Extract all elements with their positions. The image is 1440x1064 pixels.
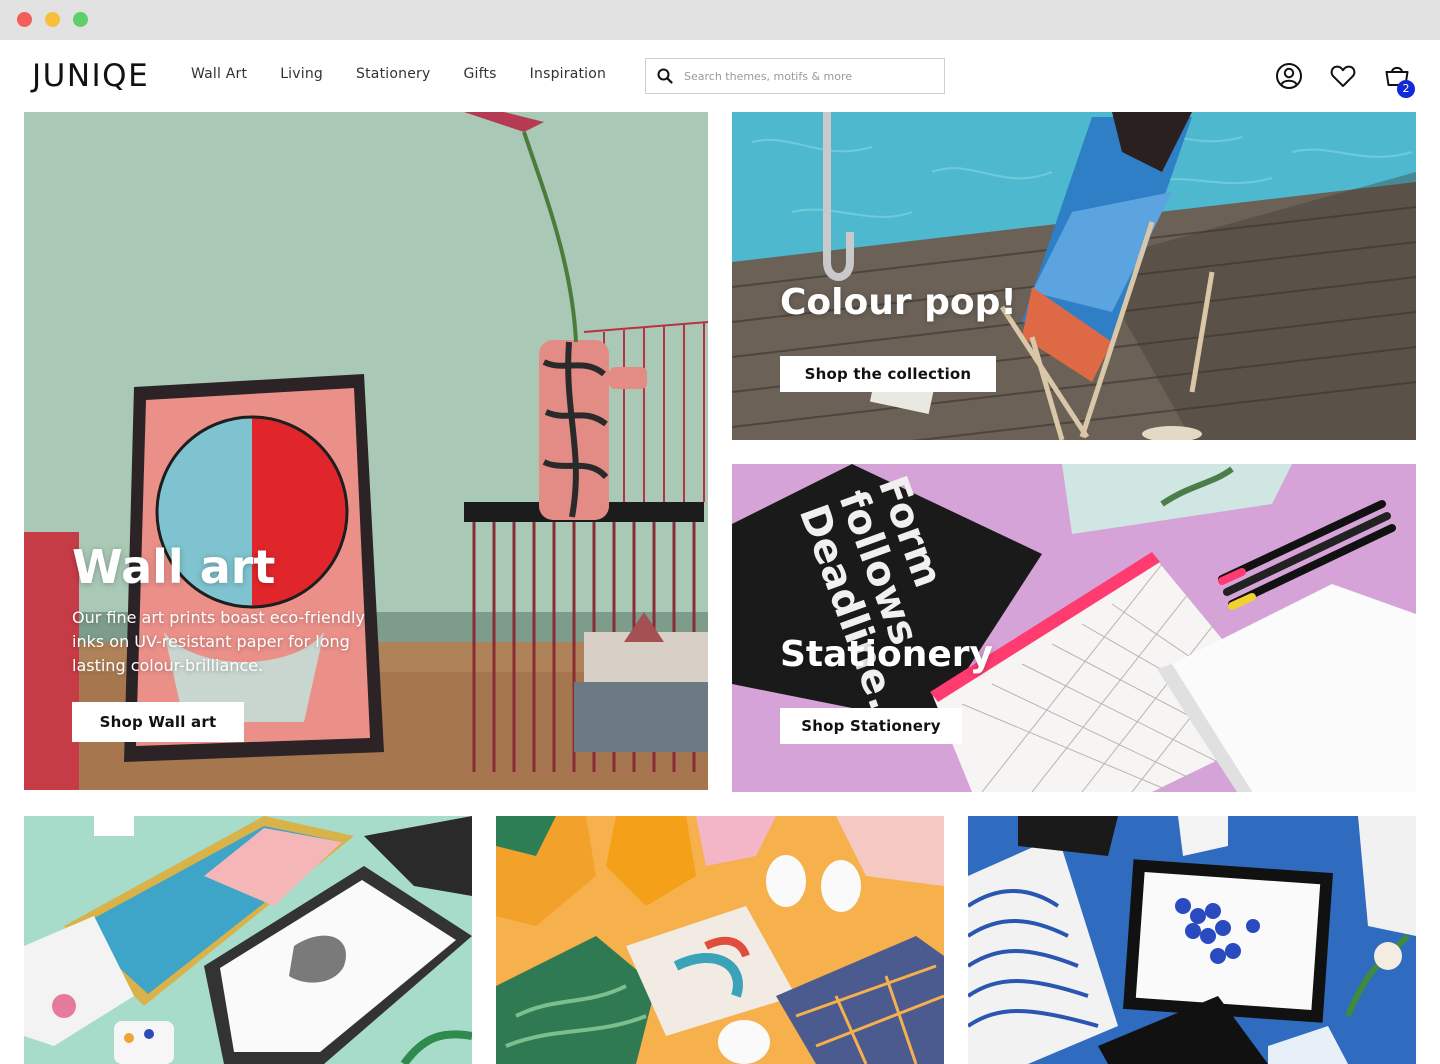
maximize-window-button[interactable] [73, 12, 88, 27]
heart-icon[interactable] [1329, 62, 1357, 90]
site-header: JUNIQE Wall Art Living Stationery Gifts … [0, 40, 1440, 112]
colour-pop-title: Colour pop! [780, 282, 1017, 323]
wall-art-description-line: inks on UV-resistant paper for long [72, 632, 350, 651]
prints-tile[interactable] [24, 816, 472, 1064]
nav-living[interactable]: Living [280, 66, 323, 82]
minimize-window-button[interactable] [45, 12, 60, 27]
gifts-image [968, 816, 1416, 1064]
nav-stationery[interactable]: Stationery [356, 66, 430, 82]
stationery-title: Stationery [780, 634, 993, 675]
wall-art-description: Our fine art prints boast eco-friendly i… [72, 606, 402, 678]
living-tile[interactable] [496, 816, 944, 1064]
search-box[interactable] [645, 58, 945, 94]
shop-wall-art-button[interactable]: Shop Wall art [72, 702, 244, 742]
shop-collection-button[interactable]: Shop the collection [780, 356, 996, 392]
account-icon[interactable] [1275, 62, 1303, 90]
wall-art-description-line: lasting colour-brilliance. [72, 656, 264, 675]
search-input[interactable] [684, 59, 939, 93]
stationery-tile[interactable]: Form follows Deadline. Stationery Shop S… [732, 464, 1416, 792]
window-titlebar [0, 0, 1440, 40]
prints-image [24, 816, 472, 1064]
wall-art-image [24, 112, 708, 790]
colour-pop-tile[interactable]: Colour pop! Shop the collection [732, 112, 1416, 440]
site-logo[interactable]: JUNIQE [32, 58, 149, 94]
gifts-tile[interactable] [968, 816, 1416, 1064]
nav-gifts[interactable]: Gifts [463, 66, 496, 82]
nav-wall-art[interactable]: Wall Art [191, 66, 247, 82]
shop-stationery-button[interactable]: Shop Stationery [780, 708, 962, 744]
close-window-button[interactable] [17, 12, 32, 27]
wall-art-title: Wall art [72, 540, 276, 594]
nav-inspiration[interactable]: Inspiration [530, 66, 606, 82]
main-nav: Wall Art Living Stationery Gifts Inspira… [191, 66, 639, 82]
wall-art-description-line: Our fine art prints boast eco-friendly [72, 608, 365, 627]
search-icon [657, 68, 673, 84]
wall-art-tile[interactable]: Wall art Our fine art prints boast eco-f… [24, 112, 708, 790]
living-image [496, 816, 944, 1064]
cart-count-badge: 2 [1397, 80, 1415, 98]
